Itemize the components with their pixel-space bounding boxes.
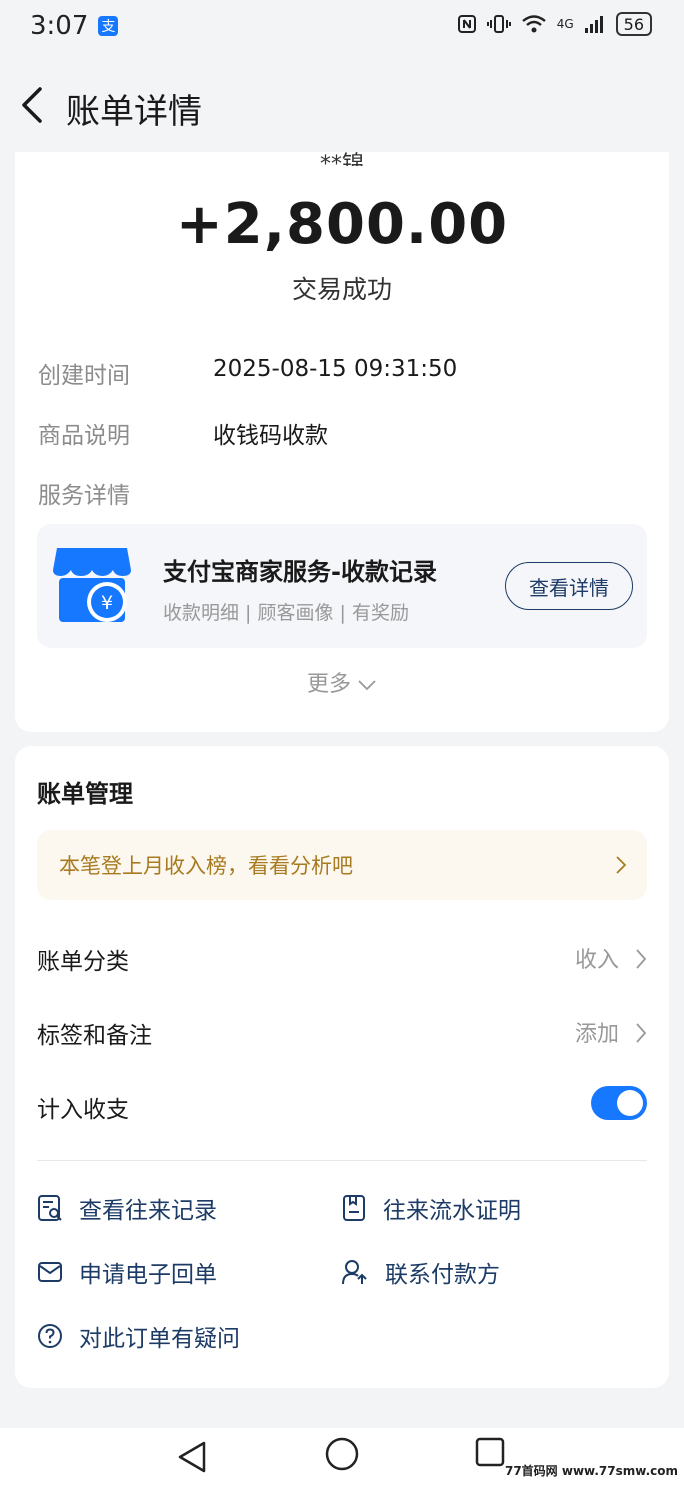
promo-text: 本笔登上月收入榜，看看分析吧 bbox=[59, 854, 353, 878]
service-title: 支付宝商家服务-收款记录 bbox=[163, 558, 437, 586]
nfc-icon bbox=[457, 15, 476, 33]
question-icon bbox=[38, 1324, 62, 1348]
bill-summary-card: **锦 +2,800.00 交易成功 创建时间 2025-08-15 09:31… bbox=[15, 152, 669, 732]
signal-icon bbox=[584, 16, 603, 33]
mail-icon bbox=[38, 1262, 62, 1282]
service-subtitle: 收款明细 | 顾客画像 | 有奖励 bbox=[163, 602, 409, 624]
more-toggle[interactable]: 更多 bbox=[15, 666, 669, 698]
divider bbox=[37, 1160, 647, 1161]
alipay-notification-icon: 支 bbox=[98, 16, 119, 36]
nav-bar: 账单详情 bbox=[0, 70, 684, 140]
transaction-proof-link[interactable]: 往来流水证明 bbox=[341, 1190, 521, 1226]
created-time-value: 2025-08-15 09:31:50 bbox=[213, 356, 458, 382]
service-details-label: 服务详情 bbox=[38, 483, 130, 509]
bill-category-label: 账单分类 bbox=[37, 949, 129, 975]
toggle-knob bbox=[617, 1090, 643, 1116]
yen-symbol: ¥ bbox=[101, 592, 113, 614]
created-time-label: 创建时间 bbox=[38, 363, 130, 389]
chevron-right-icon bbox=[616, 856, 627, 874]
product-desc-label: 商品说明 bbox=[38, 423, 130, 449]
chevron-right-icon bbox=[636, 1023, 647, 1043]
view-details-button[interactable]: 查看详情 bbox=[505, 562, 633, 610]
order-question-link[interactable]: 对此订单有疑问 bbox=[37, 1318, 240, 1354]
bill-category-row[interactable]: 账单分类 收入 bbox=[37, 938, 647, 978]
income-rank-banner[interactable]: 本笔登上月收入榜，看看分析吧 bbox=[37, 830, 647, 900]
count-in-balance-label: 计入收支 bbox=[37, 1097, 129, 1123]
merchant-service-card[interactable]: ¥ 支付宝商家服务-收款记录 收款明细 | 顾客画像 | 有奖励 查看详情 bbox=[37, 524, 647, 648]
statement-icon bbox=[343, 1195, 365, 1221]
status-bar: 3:07 支 4G 56 bbox=[0, 0, 684, 52]
e-receipt-label: 申请电子回单 bbox=[79, 1262, 217, 1288]
order-question-label: 对此订单有疑问 bbox=[79, 1326, 240, 1352]
transaction-proof-label: 往来流水证明 bbox=[383, 1198, 521, 1224]
product-desc-value: 收钱码收款 bbox=[213, 423, 328, 449]
tags-notes-row[interactable]: 标签和备注 添加 bbox=[37, 1012, 647, 1052]
transaction-status: 交易成功 bbox=[291, 275, 392, 304]
contact-user-icon bbox=[342, 1260, 367, 1285]
bill-management-card: 账单管理 本笔登上月收入榜，看看分析吧 账单分类 收入 标签和备注 添加 计入收… bbox=[15, 746, 669, 1388]
battery-indicator: 56 bbox=[615, 12, 652, 36]
section-title: 账单管理 bbox=[37, 780, 133, 808]
amount: +2,800.00 bbox=[175, 192, 509, 257]
records-icon bbox=[38, 1195, 62, 1221]
system-nav-bar: 77首码网 www.77smw.com bbox=[0, 1428, 684, 1485]
wifi-icon bbox=[521, 15, 546, 33]
e-receipt-link[interactable]: 申请电子回单 bbox=[37, 1254, 217, 1290]
count-in-balance-row: 计入收支 bbox=[37, 1086, 647, 1126]
vibrate-icon bbox=[486, 15, 511, 33]
count-in-balance-toggle[interactable] bbox=[591, 1086, 647, 1120]
nav-home-icon[interactable] bbox=[324, 1436, 360, 1472]
contact-payer-link[interactable]: 联系付款方 bbox=[341, 1254, 500, 1290]
contact-payer-label: 联系付款方 bbox=[385, 1262, 500, 1288]
view-records-link[interactable]: 查看往来记录 bbox=[37, 1190, 217, 1226]
nav-recents-icon[interactable] bbox=[474, 1436, 506, 1468]
status-time: 3:07 bbox=[30, 11, 89, 41]
status-icons: 4G 56 bbox=[457, 12, 652, 36]
tags-notes-label: 标签和备注 bbox=[37, 1023, 152, 1049]
view-records-label: 查看往来记录 bbox=[79, 1198, 217, 1224]
nav-back-icon[interactable] bbox=[176, 1440, 208, 1474]
chevron-down-icon bbox=[358, 680, 376, 691]
network-type: 4G bbox=[556, 17, 574, 31]
shop-icon: ¥ bbox=[53, 548, 131, 622]
more-label: 更多 bbox=[306, 672, 351, 697]
back-arrow-icon[interactable] bbox=[18, 86, 48, 124]
chevron-right-icon bbox=[636, 949, 647, 969]
page-title: 账单详情 bbox=[66, 92, 202, 132]
counterparty-name: **锦 bbox=[319, 152, 364, 166]
watermark: 77首码网 www.77smw.com bbox=[504, 1464, 678, 1478]
bill-category-value: 收入 bbox=[574, 948, 619, 973]
tags-notes-value: 添加 bbox=[574, 1022, 619, 1047]
